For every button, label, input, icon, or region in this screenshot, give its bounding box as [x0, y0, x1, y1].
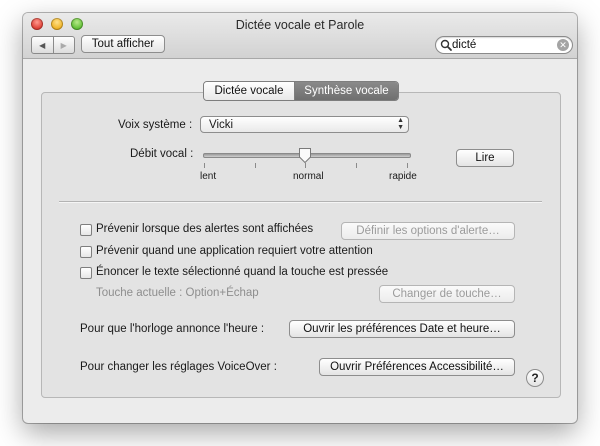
section-divider: [59, 201, 542, 203]
title-bar: Dictée vocale et Parole ◀ ▶ Tout affiche…: [23, 13, 577, 59]
search-field: ✕: [435, 36, 573, 54]
play-sample-button[interactable]: Lire: [456, 149, 514, 167]
app-attention-checkbox[interactable]: [80, 246, 92, 258]
help-icon[interactable]: ?: [526, 369, 544, 387]
alerts-label: Prévenir lorsque des alertes sont affich…: [96, 223, 314, 235]
speech-rate-slider-thumb[interactable]: [298, 147, 312, 164]
alerts-checkbox[interactable]: [80, 224, 92, 236]
date-time-preferences-button[interactable]: Ouvrir les préférences Date et heure…: [289, 320, 515, 338]
tab-synthese-vocale[interactable]: Synthèse vocale: [295, 82, 398, 100]
slider-tick: [407, 163, 408, 168]
show-all-button[interactable]: Tout afficher: [81, 35, 165, 53]
system-voice-select[interactable]: Vicki ▲ ▼: [200, 116, 409, 133]
history-navigation: ◀ ▶: [31, 36, 75, 54]
speak-selection-checkbox[interactable]: [80, 267, 92, 279]
back-arrow-icon[interactable]: ◀: [32, 37, 54, 53]
forward-arrow-icon[interactable]: ▶: [54, 37, 75, 53]
change-key-button[interactable]: Changer de touche…: [379, 285, 515, 303]
slider-tick: [204, 163, 205, 168]
preferences-window: Dictée vocale et Parole ◀ ▶ Tout affiche…: [23, 13, 577, 423]
search-input[interactable]: [452, 37, 552, 53]
current-key-label: Touche actuelle : Option+Échap: [96, 287, 259, 299]
voiceover-label: Pour changer les réglages VoiceOver :: [80, 361, 277, 373]
accessibility-preferences-button[interactable]: Ouvrir Préférences Accessibilité…: [319, 358, 515, 376]
app-attention-label: Prévenir quand une application requiert …: [96, 245, 373, 257]
updown-chevron-icon: ▲ ▼: [397, 117, 404, 131]
clear-search-icon[interactable]: ✕: [557, 39, 569, 51]
system-voice-value: Vicki: [209, 119, 234, 131]
rate-mid-label: normal: [293, 171, 324, 182]
rate-min-label: lent: [200, 171, 217, 182]
tab-dictee-vocale[interactable]: Dictée vocale: [204, 82, 295, 100]
slider-tick: [305, 163, 306, 168]
system-voice-label: Voix système :: [118, 119, 193, 131]
speak-selection-label: Énoncer le texte sélectionné quand la to…: [96, 266, 389, 278]
slider-tick: [356, 163, 357, 168]
rate-max-label: rapide: [389, 171, 417, 182]
slider-tick: [255, 163, 256, 168]
tab-bar: Dictée vocale Synthèse vocale: [203, 81, 399, 101]
clock-label: Pour que l'horloge annonce l'heure :: [80, 323, 265, 335]
alert-options-button[interactable]: Définir les options d'alerte…: [341, 222, 515, 240]
speech-rate-label: Débit vocal :: [130, 148, 194, 160]
window-title: Dictée vocale et Parole: [235, 18, 365, 32]
